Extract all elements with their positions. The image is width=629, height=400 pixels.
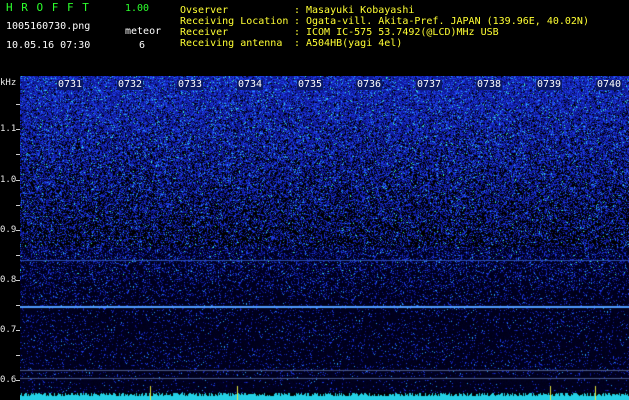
time-label: 0734	[237, 79, 264, 90]
file-name: 1005160730.png	[6, 21, 91, 32]
frequency-axis: kHz 1.1 1.0 0.9 0.8 0.7 0.6	[0, 76, 20, 400]
axis-unit-label: kHz	[0, 78, 17, 88]
time-label: 0737	[416, 79, 443, 90]
time-label: 0739	[536, 79, 563, 90]
type-label: meteor	[125, 26, 162, 37]
time-label: 0736	[356, 79, 383, 90]
info-label-location: Receiving Location	[180, 16, 289, 27]
info-sep: :	[294, 27, 301, 38]
info-label-observer: Ovserver	[180, 5, 229, 16]
date-time: 10.05.16 07:30	[6, 40, 91, 51]
spectrogram	[20, 76, 629, 400]
info-sep: :	[294, 16, 301, 27]
time-label: 0740	[596, 79, 623, 90]
app-name: H R O F F T	[6, 1, 90, 14]
info-value-receiver: ICOM IC-575 53.7492(@LCD)MHz USB	[306, 27, 499, 38]
info-value-observer: Masayuki Kobayashi	[306, 5, 415, 16]
info-sep: :	[294, 38, 301, 49]
info-sep: :	[294, 5, 301, 16]
info-label-receiver: Receiver	[180, 27, 229, 38]
header-panel: H R O F F T 1.00 1005160730.png meteor 1…	[0, 0, 629, 74]
info-value-location: Ogata-vill. Akita-Pref. JAPAN (139.96E, …	[306, 16, 589, 27]
time-label: 0735	[297, 79, 324, 90]
info-label-antenna: Receiving antenna	[180, 38, 283, 49]
time-label: 0733	[177, 79, 204, 90]
spectrogram-canvas	[20, 76, 629, 400]
time-label: 0738	[476, 79, 503, 90]
time-label: 0732	[117, 79, 144, 90]
meteor-count: 6	[139, 40, 146, 51]
info-value-antenna: A504HB(yagi 4el)	[306, 38, 403, 49]
app-version: 1.00	[125, 3, 150, 14]
time-label: 0731	[57, 79, 84, 90]
